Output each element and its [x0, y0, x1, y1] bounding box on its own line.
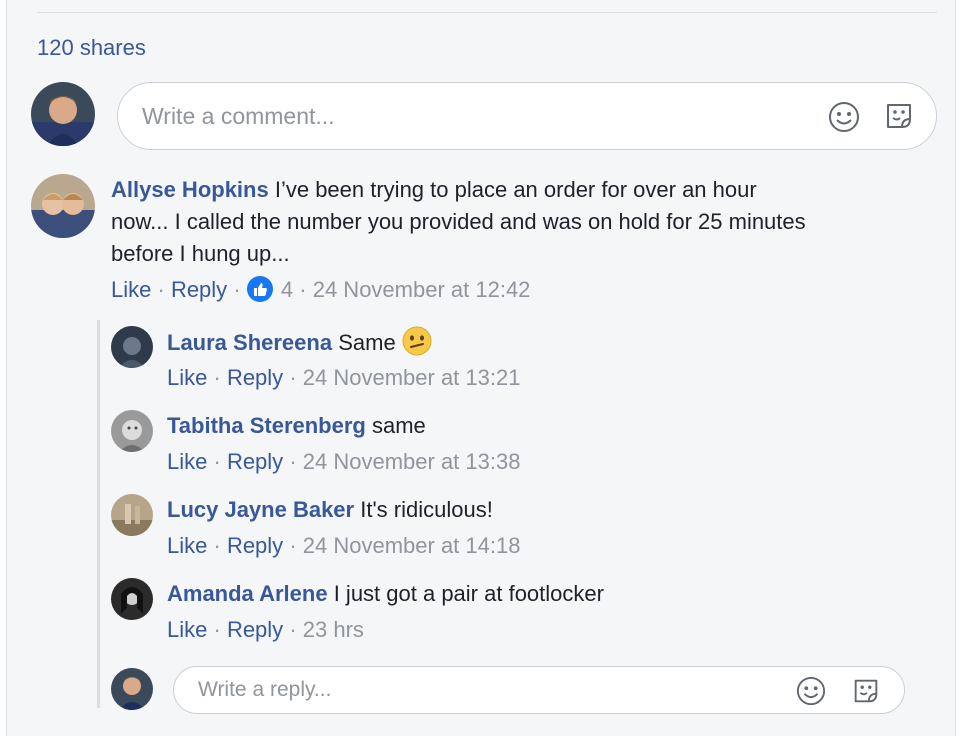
thumbs-up-icon[interactable] [246, 276, 273, 302]
reply-link[interactable]: Reply [227, 617, 283, 642]
comment-allyse-hopkins: Allyse Hopkins I’ve been trying to place… [111, 174, 931, 270]
reply-author[interactable]: Laura Shereena [167, 330, 332, 355]
like-link[interactable]: Like [167, 365, 207, 390]
comment-author[interactable]: Allyse Hopkins [111, 177, 269, 202]
smiley-icon[interactable] [796, 676, 826, 706]
divider [37, 12, 937, 13]
current-user-avatar[interactable] [31, 82, 95, 146]
lucy-jayne-baker-avatar[interactable] [111, 494, 153, 536]
reply-text: I just got a pair at footlocker [333, 581, 604, 606]
reply-link[interactable]: Reply [227, 449, 283, 474]
separator: · [299, 277, 307, 302]
separator: · [213, 533, 221, 558]
reply-author[interactable]: Amanda Arlene [167, 581, 328, 606]
reply-actions: Like · Reply · 23 hrs [167, 616, 364, 644]
reply-input[interactable] [198, 667, 636, 713]
reply-text: same [371, 413, 426, 438]
reply-link[interactable]: Reply [227, 365, 283, 390]
smiley-icon[interactable] [828, 101, 860, 133]
separator: · [213, 617, 221, 642]
reply-actions: Like · Reply · 24 November at 14:18 [167, 532, 520, 560]
current-user-reply-avatar[interactable] [111, 668, 153, 710]
comment-actions: Like · Reply · 4 · 24 November at 12:42 [111, 276, 530, 304]
like-link[interactable]: Like [167, 617, 207, 642]
reply-laura-shereena: Laura Shereena Same [167, 326, 432, 359]
reply-composer[interactable] [173, 666, 905, 714]
confused-face-emoji [402, 326, 432, 356]
thread-line [97, 320, 100, 708]
separator: · [213, 365, 221, 390]
reply-link[interactable]: Reply [171, 277, 227, 302]
comment-timestamp[interactable]: 24 November at 12:42 [313, 277, 531, 302]
reply-link[interactable]: Reply [227, 533, 283, 558]
comment-input[interactable] [142, 83, 633, 149]
separator: · [289, 365, 297, 390]
sticker-icon[interactable] [882, 99, 916, 133]
reply-author[interactable]: Lucy Jayne Baker [167, 497, 354, 522]
comments-panel: 120 shares Allyse Hopkins I’ve been tryi… [6, 0, 956, 736]
tabitha-sterenberg-avatar[interactable] [111, 410, 153, 452]
amanda-arlene-avatar[interactable] [111, 578, 153, 620]
reply-text: Same [338, 330, 396, 355]
reply-text: It's ridiculous! [360, 497, 493, 522]
like-link[interactable]: Like [167, 533, 207, 558]
separator: · [289, 533, 297, 558]
reply-timestamp[interactable]: 24 November at 13:21 [303, 365, 521, 390]
reply-amanda-arlene: Amanda Arlene I just got a pair at footl… [167, 578, 604, 610]
comment-text-line1: I’ve been trying to place an order for o… [274, 177, 757, 202]
separator: · [157, 277, 165, 302]
reply-timestamp[interactable]: 23 hrs [303, 617, 364, 642]
separator: · [289, 617, 297, 642]
reply-actions: Like · Reply · 24 November at 13:21 [167, 364, 520, 392]
allyse-hopkins-avatar[interactable] [31, 174, 95, 238]
separator: · [213, 449, 221, 474]
shares-count[interactable]: 120 shares [37, 35, 146, 61]
reply-timestamp[interactable]: 24 November at 13:38 [303, 449, 521, 474]
comment-text-line2: now... I called the number you provided … [111, 209, 806, 234]
reply-lucy-jayne-baker: Lucy Jayne Baker It's ridiculous! [167, 494, 493, 526]
reply-tabitha-sterenberg: Tabitha Sterenberg same [167, 410, 426, 442]
like-link[interactable]: Like [111, 277, 151, 302]
reply-timestamp[interactable]: 24 November at 14:18 [303, 533, 521, 558]
comment-text-line3: before I hung up... [111, 241, 290, 266]
reply-actions: Like · Reply · 24 November at 13:38 [167, 448, 520, 476]
reaction-count[interactable]: 4 [281, 277, 293, 302]
comment-composer[interactable] [117, 82, 937, 150]
sticker-icon[interactable] [850, 675, 882, 707]
laura-shereena-avatar[interactable] [111, 326, 153, 368]
reply-author[interactable]: Tabitha Sterenberg [167, 413, 366, 438]
separator: · [233, 277, 241, 302]
like-link[interactable]: Like [167, 449, 207, 474]
separator: · [289, 449, 297, 474]
